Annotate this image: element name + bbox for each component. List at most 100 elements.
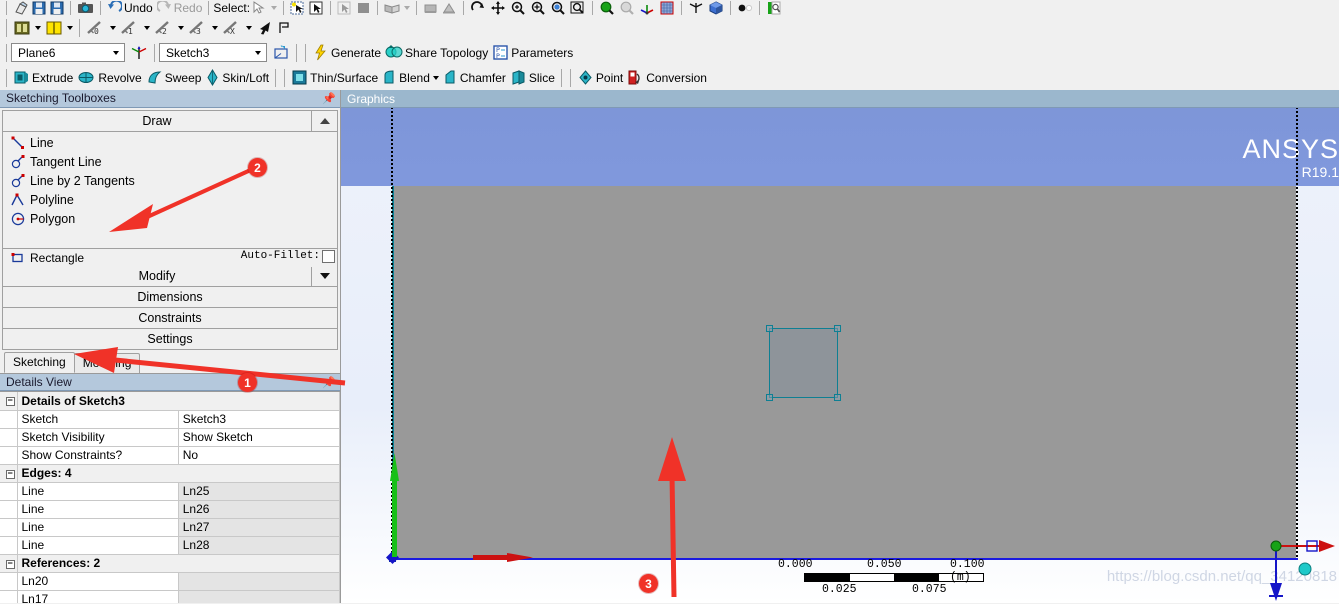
- section-header-modify[interactable]: Modify: [3, 264, 337, 286]
- box-zoom-button[interactable]: [528, 0, 548, 16]
- panel-tab-strip[interactable]: Sketching Modeling: [0, 351, 340, 374]
- toolbar-row-display[interactable]: 0 1 2 3 X: [0, 16, 1339, 40]
- edge-color-2-button[interactable]: 2: [152, 16, 186, 40]
- pan-button[interactable]: [488, 0, 508, 16]
- new-plane-toolbar-button[interactable]: [686, 0, 706, 16]
- expand-toggle[interactable]: −: [0, 464, 18, 483]
- revolve-button[interactable]: Revolve: [75, 65, 143, 90]
- skin-loft-button[interactable]: Skin/Loft: [203, 65, 271, 90]
- single-select-button[interactable]: [288, 0, 307, 16]
- conversion-button[interactable]: Conversion: [625, 65, 709, 90]
- sketch-select[interactable]: Sketch3: [159, 43, 267, 62]
- scroll-down-button[interactable]: [311, 265, 337, 286]
- toolbar-row-plane-sketch[interactable]: Plane6 Sketch3 * Generate Share Topology…: [0, 40, 1339, 65]
- share-topology-button[interactable]: Share Topology: [383, 40, 490, 65]
- wireframe-button[interactable]: [43, 16, 75, 40]
- section-header-settings[interactable]: Settings: [3, 327, 337, 349]
- sidebar-item-modeling[interactable]: Modeling: [73, 352, 141, 373]
- zoom-in-button[interactable]: [597, 0, 617, 16]
- sketch-vertex-handle[interactable]: [834, 394, 841, 401]
- point-button[interactable]: Point: [575, 65, 625, 90]
- save-button[interactable]: [30, 0, 48, 16]
- edge-color-0-button[interactable]: 0: [84, 16, 118, 40]
- table-row[interactable]: Sketch Visibility Show Sketch: [0, 428, 340, 447]
- body-select-button[interactable]: [421, 0, 440, 16]
- toolbar-row-modeling-ops[interactable]: Extrude Revolve Sweep Skin/Loft Thin/Sur…: [0, 65, 1339, 90]
- table-row[interactable]: Show Constraints? No: [0, 446, 340, 465]
- draw-tool-rectangle[interactable]: Rectangle Auto-Fillet:: [3, 247, 337, 267]
- body-face-graphics[interactable]: [393, 186, 1296, 558]
- draw-tool-tangent-line[interactable]: Tangent Line: [3, 153, 337, 172]
- edge-color-1-button[interactable]: 1: [118, 16, 152, 40]
- axis-triad-toggle-button[interactable]: [637, 0, 657, 16]
- table-row[interactable]: Line Ln26: [0, 500, 340, 519]
- table-row[interactable]: Line Ln27: [0, 518, 340, 537]
- new-plane-button[interactable]: [128, 40, 150, 65]
- sidebar-item-sketching[interactable]: Sketching: [4, 351, 75, 373]
- draw-tool-line[interactable]: Line: [3, 134, 337, 153]
- screenshot-button[interactable]: [75, 0, 96, 16]
- sketch-vertex-handle[interactable]: [834, 325, 841, 332]
- axis-triad-icon[interactable]: [1267, 539, 1337, 603]
- sketch-vertex-handle[interactable]: [766, 394, 773, 401]
- row-value[interactable]: No: [178, 446, 340, 465]
- row-value[interactable]: Ln27: [178, 518, 340, 537]
- redo-button[interactable]: Redo: [155, 0, 205, 16]
- generate-button[interactable]: Generate: [310, 40, 383, 65]
- shaded-exterior-button[interactable]: [11, 16, 43, 40]
- auto-fillet-checkbox[interactable]: [322, 249, 335, 263]
- plane-select[interactable]: Plane6: [11, 43, 125, 62]
- parameters-button[interactable]: P P Parameters: [490, 40, 575, 65]
- cursor-mode-button[interactable]: [250, 0, 279, 16]
- table-row[interactable]: Sketch Sketch3: [0, 410, 340, 429]
- sketch-vertex-handle[interactable]: [766, 325, 773, 332]
- rotate-button[interactable]: [468, 0, 488, 16]
- magnifier-button[interactable]: [568, 0, 588, 16]
- table-group-header[interactable]: − Details of Sketch3: [0, 392, 340, 411]
- table-row[interactable]: Line Ln25: [0, 482, 340, 501]
- rectangle-sketch[interactable]: [766, 325, 841, 401]
- undo-button[interactable]: Undo: [105, 0, 155, 16]
- pin-icon[interactable]: 📌: [322, 92, 336, 105]
- details-view-table[interactable]: − Details of Sketch3 Sketch Sketch3 Sket…: [0, 391, 340, 604]
- draw-tool-polygon[interactable]: Polygon: [3, 210, 337, 229]
- thin-surface-button[interactable]: Thin/Surface: [289, 65, 380, 90]
- chevron-down-icon[interactable]: [432, 75, 439, 80]
- toolbar-row-standard[interactable]: Undo Redo Select:: [0, 0, 1339, 16]
- auto-fillet-control[interactable]: Auto-Fillet:: [240, 249, 335, 263]
- print-preview-button[interactable]: [764, 0, 784, 16]
- extrude-button[interactable]: Extrude: [11, 65, 75, 90]
- zoom-out-button[interactable]: [617, 0, 637, 16]
- zoom-fit-button[interactable]: [548, 0, 568, 16]
- row-value[interactable]: Show Sketch: [178, 428, 340, 447]
- expand-toggle[interactable]: −: [0, 554, 18, 573]
- cube-view-button[interactable]: [706, 0, 726, 16]
- point-dot-button[interactable]: [735, 0, 755, 16]
- edge-color-3-button[interactable]: 3: [186, 16, 220, 40]
- pin-icon[interactable]: 📌: [322, 376, 336, 389]
- table-row[interactable]: Line Ln28: [0, 536, 340, 555]
- row-value[interactable]: Ln25: [178, 482, 340, 501]
- row-value[interactable]: Ln28: [178, 536, 340, 555]
- graphics-viewport[interactable]: ANSYS R19.1 0.000 0.050 0.100 (m) 0.025 …: [341, 108, 1339, 603]
- section-header-draw[interactable]: Draw: [3, 110, 337, 132]
- chevron-down-icon[interactable]: [112, 50, 119, 55]
- row-value[interactable]: Ln26: [178, 500, 340, 519]
- grid-toggle-button[interactable]: [657, 0, 677, 16]
- row-value[interactable]: [178, 590, 340, 604]
- blend-button[interactable]: Blend: [380, 65, 441, 90]
- extend-select-button[interactable]: [440, 0, 459, 16]
- face-select-button[interactable]: [354, 0, 373, 16]
- draw-tool-polyline[interactable]: Polyline: [3, 191, 337, 210]
- expand-toggle[interactable]: −: [0, 392, 18, 411]
- row-value[interactable]: Sketch3: [178, 410, 340, 429]
- chamfer-button[interactable]: Chamfer: [441, 65, 508, 90]
- zoom-button[interactable]: [508, 0, 528, 16]
- row-value[interactable]: [178, 572, 340, 591]
- save-as-button[interactable]: [48, 0, 66, 16]
- vertex-select-button[interactable]: [335, 0, 354, 16]
- book-select-button[interactable]: [382, 0, 412, 16]
- arrow-pointer-button[interactable]: [254, 16, 275, 40]
- table-group-header[interactable]: − Edges: 4: [0, 464, 340, 483]
- slice-button[interactable]: Slice: [508, 65, 557, 90]
